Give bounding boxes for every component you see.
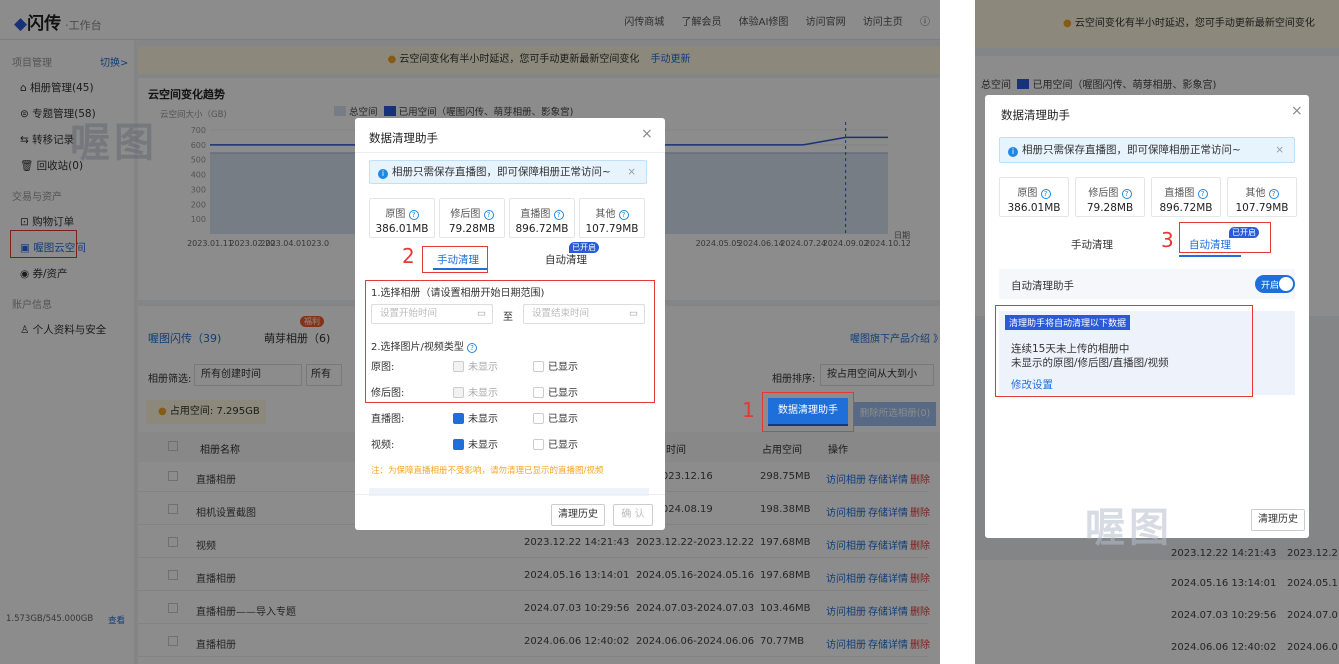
modal-title: 数据清理助手 <box>369 131 438 145</box>
type-label: 直播图: <box>371 414 405 425</box>
stat-3: 其他 ? 107.79MB <box>579 198 645 238</box>
checkbox[interactable] <box>453 413 464 424</box>
highlight-manual-options <box>365 280 655 403</box>
stat-2: 直播图 ? 896.72MB <box>509 198 575 238</box>
stat-label: 原图 ? <box>1000 184 1068 199</box>
stat-label: 直播图 ? <box>1152 184 1220 199</box>
stat-label: 修后图 ? <box>440 205 504 220</box>
stat-2: 直播图 ? 896.72MB <box>1151 177 1221 217</box>
stat-value: 896.72MB <box>515 223 569 235</box>
tab-manual-clean[interactable]: 手动清理 <box>1071 237 1113 252</box>
warning-text: 注：为保障直播相册不受影响，请勿清理已显示的直播图/视频 <box>371 466 604 476</box>
info-banner: i 相册只需保存直播图，即可保障相册正常访问~ × <box>999 137 1295 163</box>
annotation-2: 2 <box>402 244 415 268</box>
stat-0: 原图 ? 386.01MB <box>999 177 1069 217</box>
auto-on-badge: 已开启 <box>569 242 599 253</box>
stat-1: 修后图 ? 79.28MB <box>439 198 505 238</box>
highlight-auto-tab <box>1179 222 1271 253</box>
help-icon[interactable]: ? <box>553 210 564 220</box>
stat-label: 修后图 ? <box>1076 184 1144 199</box>
banner-close-icon[interactable]: × <box>1275 138 1284 162</box>
help-icon[interactable]: ? <box>618 210 629 220</box>
stat-label: 其他 ? <box>1228 184 1296 199</box>
checkbox[interactable] <box>533 413 544 424</box>
confirm-button[interactable]: 确 认 <box>613 504 653 526</box>
modal-title: 数据清理助手 <box>1001 108 1070 122</box>
data-clean-button-highlighted[interactable]: 数据清理助手 <box>768 398 848 424</box>
history-button[interactable]: 清理历史 <box>551 504 605 526</box>
info-icon: i <box>378 169 388 179</box>
right-screenshot: ● 云空间变化有半小时延迟，您可手动更新最新空间变化 总空间 已用空间（喔图闪传… <box>975 0 1339 664</box>
checkbox[interactable] <box>453 439 464 450</box>
stat-value: 107.79MB <box>585 223 639 235</box>
stat-label: 直播图 ? <box>510 205 574 220</box>
stat-value: 79.28MB <box>448 223 496 235</box>
help-icon[interactable]: ? <box>1121 189 1132 199</box>
close-icon[interactable]: × <box>1291 103 1303 119</box>
highlight-auto-rules <box>995 305 1253 397</box>
info-icon: i <box>1008 147 1018 157</box>
stat-1: 修后图 ? 79.28MB <box>1075 177 1145 217</box>
help-icon[interactable]: ? <box>1268 189 1279 199</box>
history-button[interactable]: 清理历史 <box>1251 509 1305 531</box>
annotation-1: 1 <box>742 398 755 422</box>
stat-value: 896.72MB <box>1159 202 1213 214</box>
type-label: 视频: <box>371 440 395 451</box>
stat-0: 原图 ? 386.01MB <box>369 198 435 238</box>
highlight-manual-tab <box>422 246 488 273</box>
tab-auto-clean[interactable]: 自动清理 <box>545 252 587 267</box>
auto-clean-row: 自动清理助手 开启 <box>999 269 1295 299</box>
help-icon[interactable]: ? <box>1197 189 1208 199</box>
stat-label: 其他 ? <box>580 205 644 220</box>
info-banner: i 相册只需保存直播图，即可保障相册正常访问~ × <box>369 160 647 184</box>
stat-label: 原图 ? <box>370 205 434 220</box>
type-option-shown[interactable]: 已显示 <box>533 436 578 451</box>
auto-clean-toggle[interactable]: 开启 <box>1255 275 1295 293</box>
type-option-hidden[interactable]: 未显示 <box>453 436 498 451</box>
help-icon[interactable]: ? <box>483 210 494 220</box>
type-option-shown[interactable]: 已显示 <box>533 410 578 425</box>
watermark: 喔图 <box>1085 505 1173 551</box>
stat-value: 79.28MB <box>1086 202 1134 214</box>
stat-value: 386.01MB <box>375 223 429 235</box>
annotation-3: 3 <box>1161 228 1174 252</box>
help-icon[interactable]: ? <box>1040 189 1051 199</box>
banner-close-icon[interactable]: × <box>627 161 636 183</box>
checkbox[interactable] <box>533 439 544 450</box>
stat-value: 386.01MB <box>1007 202 1061 214</box>
close-icon[interactable]: × <box>641 126 653 142</box>
type-option-hidden[interactable]: 未显示 <box>453 410 498 425</box>
help-icon[interactable]: ? <box>408 210 419 220</box>
auto-clean-label: 自动清理助手 <box>1011 280 1074 292</box>
stat-3: 其他 ? 107.79MB <box>1227 177 1297 217</box>
stat-value: 107.79MB <box>1235 202 1289 214</box>
left-screenshot: ◆闪传 ·工作台 闪传商城 了解会员 体验AI修图 访问官网 访问主页 ⓘ 项目管… <box>0 0 940 664</box>
